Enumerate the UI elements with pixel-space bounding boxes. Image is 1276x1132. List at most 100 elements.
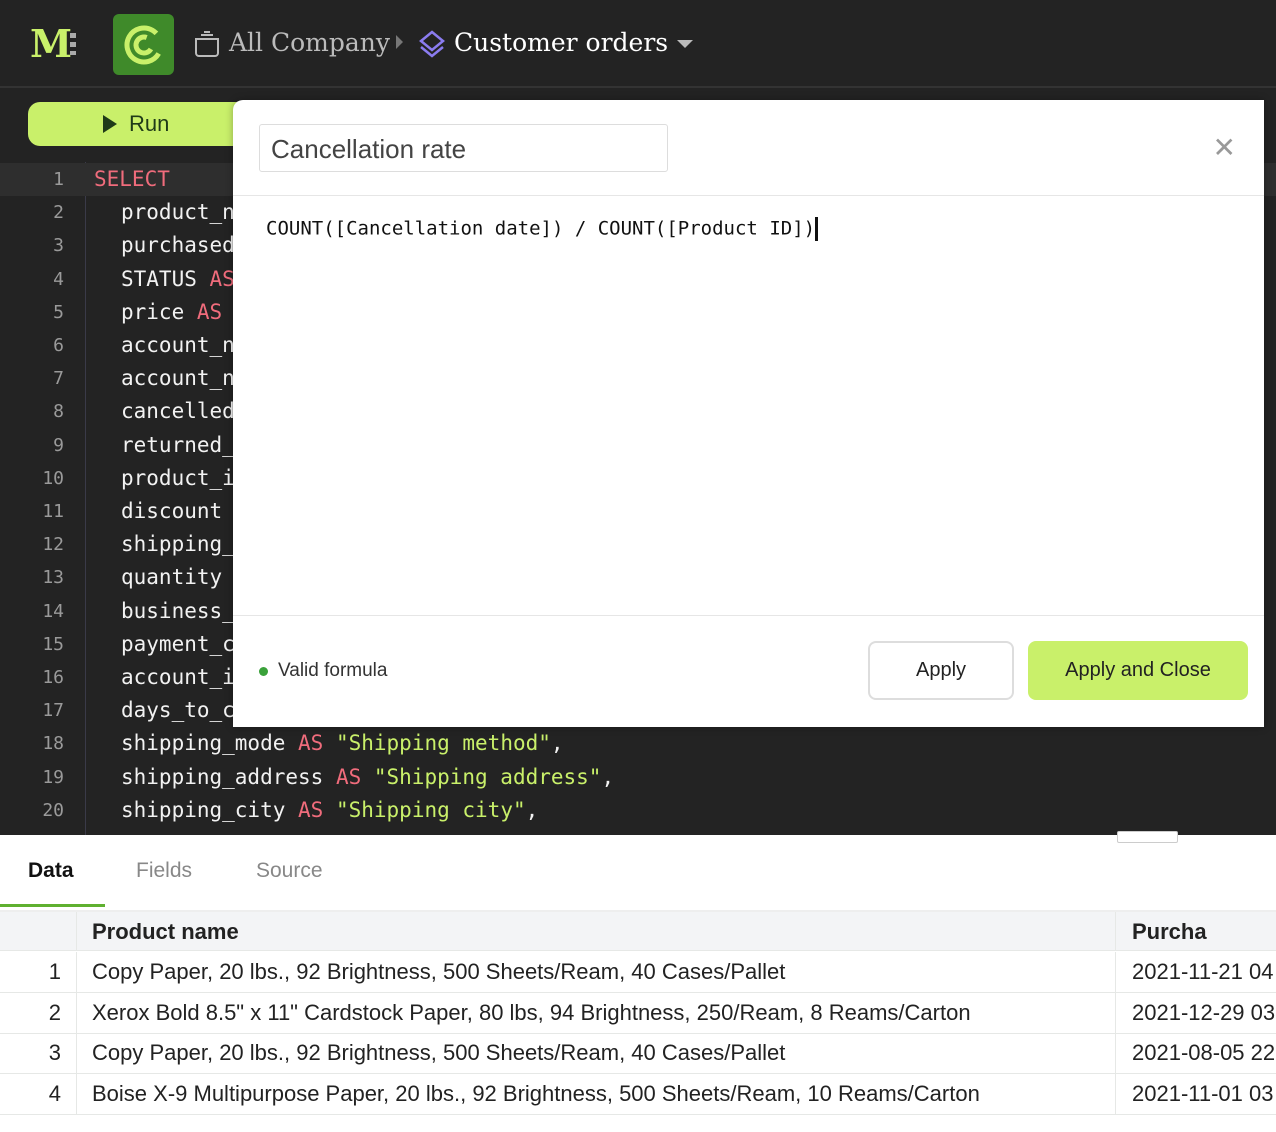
table-header: Product name Purcha	[0, 910, 1276, 951]
top-bar: M All Company Customer orders	[0, 0, 1276, 88]
code-line[interactable]: 18 shipping_mode AS "Shipping method",	[0, 727, 1276, 760]
code-token: purchased	[121, 233, 235, 258]
divider	[233, 615, 1264, 616]
code-text: shipping_address AS "Shipping address",	[121, 761, 614, 794]
purchase-date-cell: 2021-11-01 03	[1132, 1080, 1274, 1106]
code-token: cancelled	[121, 399, 235, 424]
formula-editor[interactable]: COUNT([Cancellation date]) / COUNT([Prod…	[266, 217, 819, 241]
results-panel: Data Fields Source Product name Purcha 1…	[0, 831, 1276, 1132]
app-logo[interactable]: M	[30, 24, 72, 64]
code-token: AS	[209, 266, 235, 291]
code-token: "Shipping city"	[323, 797, 526, 822]
line-number: 12	[42, 534, 64, 556]
line-number: 3	[53, 235, 64, 257]
code-text: product_i	[121, 462, 235, 495]
table-row[interactable]: 4 Boise X-9 Multipurpose Paper, 20 lbs., …	[0, 1073, 1276, 1115]
product-name-cell: Copy Paper, 20 lbs., 92 Brightness, 500 …	[77, 952, 1116, 992]
line-number: 18	[42, 733, 64, 755]
code-token: ,	[550, 731, 564, 756]
table-row[interactable]: 1 Copy Paper, 20 lbs., 92 Brightness, 500…	[0, 952, 1276, 993]
line-number: 10	[42, 467, 64, 489]
purchase-date-cell: 2021-08-05 22	[1132, 1040, 1276, 1065]
apply-and-close-button[interactable]: Apply and Close	[1028, 641, 1248, 700]
app-icon[interactable]	[113, 14, 174, 75]
line-number: 20	[42, 799, 64, 821]
collection-icon	[195, 31, 219, 57]
valid-dot-icon	[259, 666, 268, 676]
code-text: shipping_mode AS "Shipping method",	[121, 727, 564, 760]
code-line[interactable]: 19 shipping_address AS "Shipping address"…	[0, 761, 1276, 794]
code-text: cancelled	[121, 395, 235, 428]
code-token: AS	[298, 797, 324, 822]
code-token: payment_c	[121, 631, 235, 656]
line-number: 6	[53, 335, 64, 356]
row-index: 1	[0, 952, 77, 992]
code-text: purchased	[121, 229, 235, 262]
code-text: discount	[121, 495, 222, 528]
index-header	[0, 912, 77, 950]
apply-button[interactable]: Apply	[868, 641, 1014, 700]
code-token: account_n	[121, 333, 235, 357]
column-name-input[interactable]: Cancellation rate	[259, 124, 668, 172]
row-index: 2	[0, 992, 77, 1033]
code-text: product_n	[121, 196, 235, 229]
line-number: 4	[53, 268, 64, 290]
code-text: days_to_c	[121, 694, 235, 727]
line-number: 15	[42, 633, 64, 655]
breadcrumb-current[interactable]: Customer orders	[454, 26, 668, 60]
text-cursor	[815, 217, 819, 241]
code-text: price AS	[121, 296, 222, 329]
code-token: business_	[121, 598, 235, 623]
line-number: 17	[42, 700, 64, 722]
code-token: product_n	[121, 200, 235, 225]
table-row[interactable]: 2 Xerox Bold 8.5" x 11" Cardstock Paper, …	[0, 992, 1276, 1034]
code-token: AS	[196, 299, 223, 324]
column-header-purchase[interactable]: Purcha	[1116, 912, 1207, 950]
play-icon	[103, 115, 117, 133]
validation-status: Valid formula	[259, 660, 387, 682]
code-token: "Shipping address"	[361, 764, 602, 789]
code-token: account_n	[121, 366, 235, 391]
product-name-cell: Copy Paper, 20 lbs., 92 Brightness, 500 …	[77, 1033, 1116, 1073]
product-name-cell: Xerox Bold 8.5" x 11" Cardstock Paper, 8…	[77, 992, 1116, 1033]
code-token: shipping_mode	[121, 731, 299, 756]
code-text: STATUS AS	[121, 263, 235, 296]
code-token: days_to_c	[121, 698, 235, 723]
code-text: business_	[121, 595, 235, 628]
tab-source[interactable]: Source	[256, 859, 323, 883]
code-text: returned_	[121, 429, 235, 462]
divider	[233, 195, 1264, 196]
tab-fields[interactable]: Fields	[136, 859, 192, 883]
line-number: 13	[42, 567, 64, 589]
purchase-date-cell: 2021-12-29 03	[1132, 999, 1276, 1025]
table-row[interactable]: 3 Copy Paper, 20 lbs., 92 Brightness, 500…	[0, 1033, 1276, 1074]
code-text: SELECT	[94, 163, 170, 196]
column-header-product-name[interactable]: Product name	[77, 912, 1116, 950]
code-text: account_n	[121, 329, 235, 362]
code-token: ,	[525, 797, 539, 822]
menu-dots-icon[interactable]	[70, 33, 76, 55]
code-line[interactable]: 20 shipping_city AS "Shipping city",	[0, 794, 1276, 827]
custom-column-modal: Cancellation rate ✕ COUNT([Cancellation …	[233, 100, 1264, 727]
tab-data[interactable]: Data	[28, 859, 74, 883]
close-icon[interactable]: ✕	[1213, 134, 1236, 162]
formula-text: COUNT([Cancellation date]) / COUNT([Prod…	[266, 217, 816, 240]
code-token: "Shipping method"	[323, 731, 551, 756]
line-number: 9	[53, 434, 64, 456]
code-token: account_i	[121, 665, 235, 689]
breadcrumb-parent[interactable]: All Company	[229, 26, 390, 60]
code-token: returned_	[121, 432, 235, 457]
code-text: shipping_	[121, 528, 235, 561]
code-text: account_n	[121, 362, 235, 395]
row-index: 3	[0, 1033, 77, 1073]
code-token: AS	[335, 764, 362, 789]
resize-handle[interactable]	[1117, 831, 1178, 843]
line-number: 14	[42, 600, 64, 622]
code-text: payment_c	[121, 628, 235, 661]
dropdown-chevron-icon[interactable]	[677, 40, 693, 48]
row-index: 4	[0, 1073, 77, 1114]
code-token: discount	[121, 499, 223, 523]
run-label: Run	[129, 111, 170, 136]
run-button[interactable]: Run	[28, 102, 258, 146]
code-token: ,	[601, 764, 615, 789]
